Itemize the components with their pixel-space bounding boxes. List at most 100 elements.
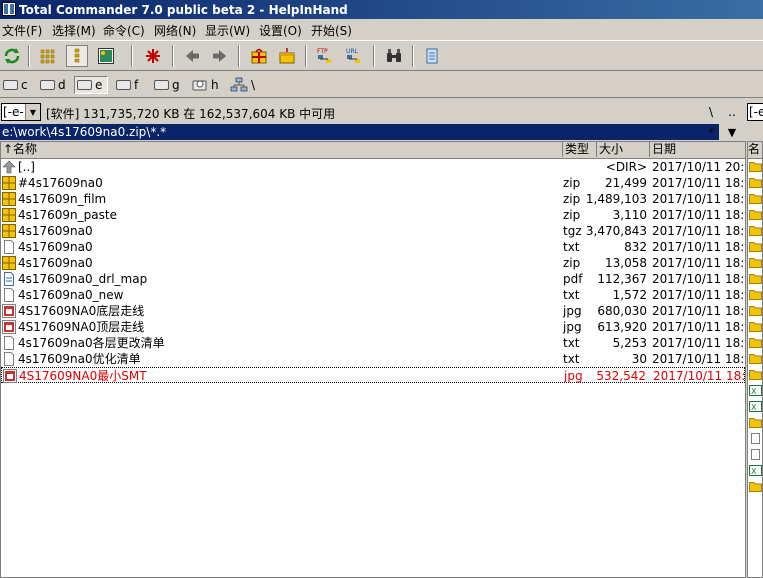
file-icon (749, 449, 762, 460)
drive-bar: c d e f g h \ (0, 72, 763, 98)
column-date-header[interactable]: 日期 (650, 142, 745, 157)
file-ext: pdf (563, 272, 583, 286)
file-date: 2017/10/11 18: (652, 304, 745, 318)
file-name: 4s17609na0 (18, 256, 93, 270)
invert-selection-icon[interactable] (142, 45, 164, 67)
drive-f-button[interactable]: f (114, 76, 138, 94)
thumbnail-icon[interactable] (95, 45, 117, 67)
file-row[interactable]: 4s17609na0优化清单 txt 30 2017/10/11 18: (1, 351, 745, 367)
file-size: 832 (624, 240, 647, 254)
file-date: 2017/10/11 18: (652, 336, 745, 350)
pack-icon[interactable] (248, 45, 270, 67)
file-row[interactable]: 4S17609NA0底层走线 jpg 680,030 2017/10/11 18: (1, 303, 745, 319)
tree-view-icon[interactable] (66, 45, 88, 67)
folder-icon (749, 417, 762, 428)
folder-icon (749, 337, 762, 348)
parent-dir-button[interactable]: .. (723, 103, 741, 121)
folder-icon (749, 369, 762, 380)
back-icon[interactable] (181, 45, 203, 67)
menu-show[interactable]: 显示(W) (205, 22, 250, 39)
file-row[interactable]: 4s17609na0_new txt 1,572 2017/10/11 18: (1, 287, 745, 303)
file-row[interactable]: 4s17609n_film zip 1,489,103 2017/10/11 18: (1, 191, 745, 207)
toolbar-separator (238, 45, 240, 67)
brief-view-icon[interactable] (37, 45, 59, 67)
forward-icon[interactable] (209, 45, 231, 67)
file-size: 112,367 (597, 272, 647, 286)
url-label: URL (346, 48, 359, 55)
file-date: 2017/10/11 18: (652, 224, 745, 238)
file-date: 2017/10/11 18: (652, 288, 745, 302)
file-row[interactable]: 4s17609na0 tgz 3,470,843 2017/10/11 18: (1, 223, 745, 239)
left-drive-combo[interactable]: [-e-] ▼ (1, 103, 41, 121)
drive-d-button[interactable]: d (38, 76, 66, 94)
chevron-down-icon[interactable]: ▼ (25, 104, 40, 120)
unpack-icon[interactable] (276, 45, 298, 67)
path-bar[interactable]: e:\work\4s17609na0.zip\*.* (0, 124, 719, 140)
drive-g-button[interactable]: g (152, 76, 180, 94)
refresh-icon[interactable] (1, 45, 23, 67)
menu-select[interactable]: 选择(M) (52, 22, 96, 39)
ftp-label: FTP (317, 48, 328, 55)
drive-e-button[interactable]: e (74, 76, 108, 94)
folder-icon (749, 241, 762, 252)
ftp-connect-icon[interactable]: FTP (314, 45, 336, 67)
file-size: 1,572 (612, 288, 647, 302)
app-icon (2, 2, 16, 16)
root-dir-button[interactable]: \ (702, 103, 720, 121)
file-ext: zip (563, 192, 581, 206)
file-row[interactable]: 4S17609NA0顶层走线 jpg 613,920 2017/10/11 18: (1, 319, 745, 335)
right-drive-combo[interactable]: [-e (747, 103, 763, 121)
column-type-header[interactable]: 类型 (563, 142, 597, 157)
title-bar[interactable]: Total Commander 7.0 public beta 2 - Help… (0, 0, 763, 19)
file-row-selected[interactable]: 4S17609NA0最小SMT jpg 532,542 2017/10/11 18: (1, 367, 745, 383)
file-row[interactable]: 4s17609na0各层更改清单 txt 5,253 2017/10/11 18: (1, 335, 745, 351)
folder-icon (749, 481, 762, 492)
url-download-icon[interactable]: URL (343, 45, 365, 67)
menu-file[interactable]: 文件(F) (2, 22, 42, 39)
archive-icon (2, 192, 16, 206)
find-icon[interactable] (383, 45, 405, 67)
file-name: #4s17609na0 (18, 176, 103, 190)
file-name: 4s17609na0 (18, 224, 93, 238)
right-file-panel[interactable]: 名 XXX (747, 141, 763, 578)
hotlist-dropdown[interactable]: ▼ (723, 124, 741, 140)
toolbar: FTP URL (0, 40, 763, 71)
archive-icon (2, 208, 16, 222)
file-name: 4s17609na0各层更改清单 (18, 336, 165, 350)
folder-icon (749, 257, 762, 268)
left-file-panel[interactable]: ↑名称 类型 大小 日期 [..] <DIR> 2017/10/11 20: #4s1… (0, 141, 746, 578)
folder-icon (749, 353, 762, 364)
file-row[interactable]: [..] <DIR> 2017/10/11 20: (1, 159, 745, 175)
archive-icon (2, 256, 16, 270)
menu-configuration[interactable]: 设置(O) (259, 22, 302, 39)
file-row[interactable]: 4s17609na0_drl_map pdf 112,367 2017/10/11 1… (1, 271, 745, 287)
drive-h-button[interactable]: h (190, 76, 219, 94)
network-drive-button[interactable]: \ (228, 76, 255, 94)
drive-icon (3, 80, 18, 90)
file-row[interactable]: 4s17609na0 zip 13,058 2017/10/11 18: (1, 255, 745, 271)
column-name-header[interactable]: ↑名称 (1, 142, 563, 157)
file-date: 2017/10/11 18: (652, 240, 745, 254)
notepad-icon[interactable] (421, 45, 443, 67)
history-button[interactable]: * (702, 124, 720, 140)
toolbar-separator (373, 45, 375, 67)
file-size: 680,030 (597, 304, 647, 318)
file-date: 2017/10/11 18: (652, 192, 745, 206)
file-date: 2017/10/11 18: (652, 272, 745, 286)
right-column-name-header[interactable]: 名 (748, 142, 762, 159)
file-name: 4s17609n_film (18, 192, 107, 206)
file-row[interactable]: 4s17609na0 txt 832 2017/10/11 18: (1, 239, 745, 255)
image-file-icon (2, 304, 16, 318)
image-file-icon (2, 320, 16, 334)
column-size-header[interactable]: 大小 (597, 142, 650, 157)
file-row[interactable]: 4s17609n_paste zip 3,110 2017/10/11 18: (1, 207, 745, 223)
menu-commands[interactable]: 命令(C) (103, 22, 145, 39)
svg-text:X: X (751, 387, 757, 396)
file-ext: tgz (563, 224, 582, 238)
menu-net[interactable]: 网络(N) (154, 22, 196, 39)
drive-c-button[interactable]: c (1, 76, 28, 94)
document-icon (2, 272, 16, 286)
file-row[interactable]: #4s17609na0 zip 21,499 2017/10/11 18: (1, 175, 745, 191)
menu-start[interactable]: 开始(S) (311, 22, 352, 39)
toolbar-separator (28, 45, 30, 67)
